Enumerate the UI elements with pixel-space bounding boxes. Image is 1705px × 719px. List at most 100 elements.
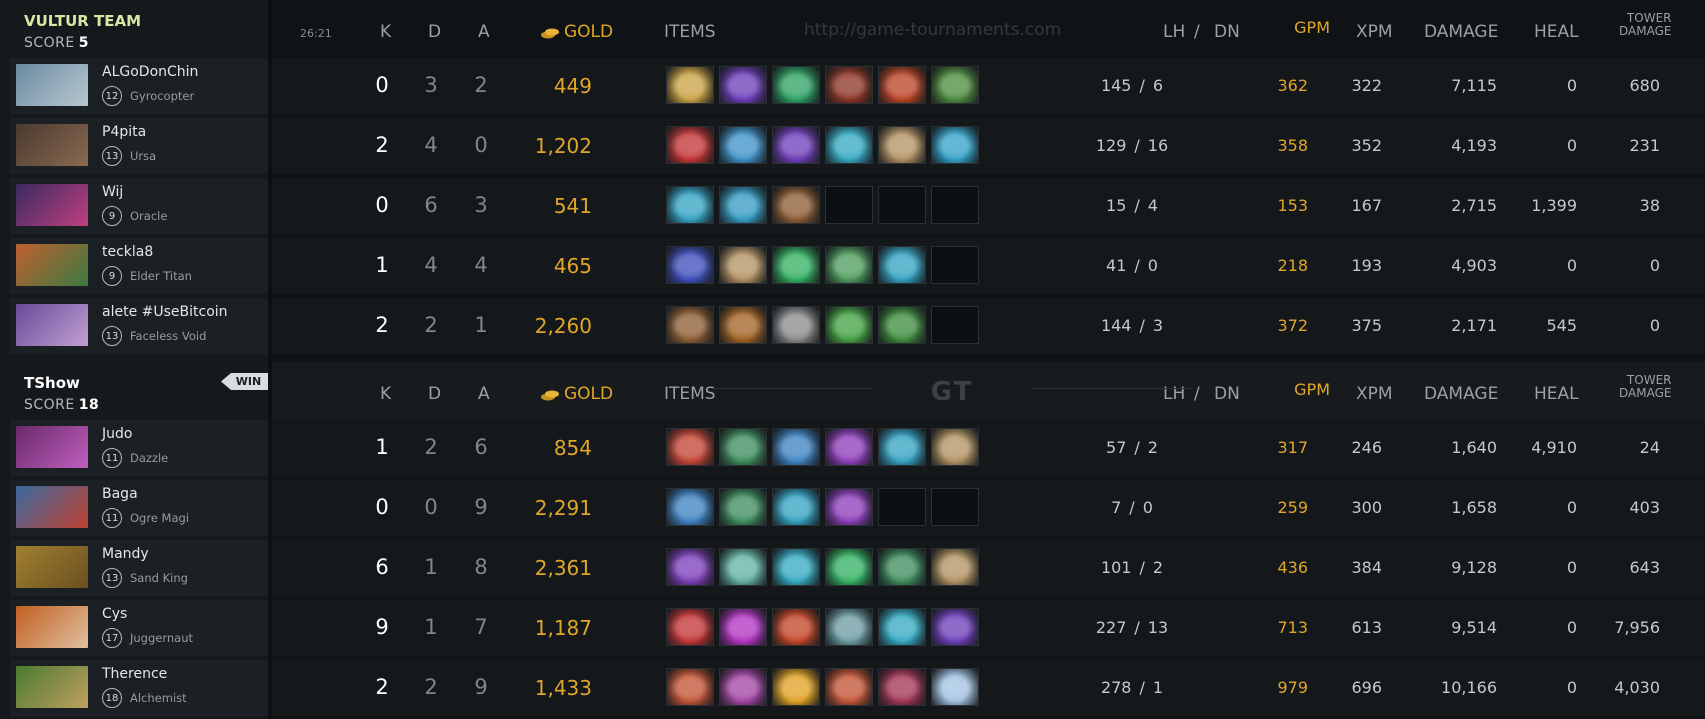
item-icon[interactable] <box>719 488 767 526</box>
player-name[interactable]: Cys <box>102 606 127 622</box>
player-card[interactable]: Wij 9 Oracle <box>10 178 268 234</box>
header-k-label: K <box>380 22 392 42</box>
header-xpm: XPM <box>1356 22 1393 42</box>
gt-logo: GT <box>930 377 974 407</box>
deaths-value: 1 <box>424 555 438 579</box>
item-icon[interactable] <box>825 66 873 104</box>
header-tower-damage: TOWER DAMAGE <box>1619 12 1671 38</box>
item-icon[interactable] <box>931 608 979 646</box>
player-card[interactable]: Mandy 13 Sand King <box>10 540 268 596</box>
item-icon[interactable] <box>666 186 714 224</box>
player-name[interactable]: Mandy <box>102 546 149 562</box>
player-card[interactable]: ALGoDonChin 12 Gyrocopter <box>10 58 268 114</box>
item-icon[interactable] <box>825 428 873 466</box>
item-icon[interactable] <box>931 66 979 104</box>
player-card[interactable]: Judo 11 Dazzle <box>10 420 268 476</box>
item-icon[interactable] <box>772 428 820 466</box>
item-icon[interactable] <box>719 246 767 284</box>
item-icon[interactable] <box>772 488 820 526</box>
item-icon[interactable] <box>772 668 820 706</box>
item-icon[interactable] <box>878 66 926 104</box>
item-icon[interactable] <box>931 548 979 586</box>
player-card[interactable]: teckla8 9 Elder Titan <box>10 238 268 294</box>
item-icon[interactable] <box>878 548 926 586</box>
item-icon[interactable] <box>878 668 926 706</box>
item-icon[interactable] <box>931 126 979 164</box>
lasthits-denies: 145 / 6 <box>1052 76 1212 95</box>
item-icon[interactable] <box>878 428 926 466</box>
item-icon[interactable] <box>825 246 873 284</box>
player-card[interactable]: Therence 18 Alchemist <box>10 660 268 716</box>
item-icon[interactable] <box>666 668 714 706</box>
item-icon[interactable] <box>719 668 767 706</box>
damage-value: 1,658 <box>1451 498 1497 517</box>
item-icon[interactable] <box>719 186 767 224</box>
item-icon[interactable] <box>666 246 714 284</box>
player-name[interactable]: Wij <box>102 184 123 200</box>
player-name[interactable]: alete #UseBitcoin <box>102 304 228 320</box>
player-stats-row: 0 6 3 541 15 / 4 153 167 2,715 1,399 38 <box>272 178 1705 234</box>
item-icon[interactable] <box>878 246 926 284</box>
header-d-label: D <box>428 22 442 42</box>
hero-avatar <box>16 124 88 166</box>
item-icon[interactable] <box>825 608 873 646</box>
item-icon[interactable] <box>772 246 820 284</box>
player-card[interactable]: Baga 11 Ogre Magi <box>10 480 268 536</box>
item-icon[interactable] <box>666 66 714 104</box>
hero-level-badge: 11 <box>102 508 122 528</box>
item-icon[interactable] <box>666 428 714 466</box>
item-icon[interactable] <box>772 126 820 164</box>
item-icon[interactable] <box>719 608 767 646</box>
player-name[interactable]: Baga <box>102 486 138 502</box>
item-icon[interactable] <box>666 306 714 344</box>
item-icon[interactable] <box>772 306 820 344</box>
item-icon[interactable] <box>825 548 873 586</box>
item-icon[interactable] <box>878 126 926 164</box>
item-icon[interactable] <box>931 668 979 706</box>
item-icon[interactable] <box>931 428 979 466</box>
player-name[interactable]: Judo <box>102 426 132 442</box>
player-name[interactable]: P4pita <box>102 124 146 140</box>
lh-dn-separator: / <box>1139 316 1145 335</box>
item-icon[interactable] <box>719 66 767 104</box>
tower-damage-value: 643 <box>1629 558 1660 577</box>
lh-dn-separator: / <box>1134 256 1140 275</box>
hero-level-badge: 12 <box>102 86 122 106</box>
item-icon[interactable] <box>666 608 714 646</box>
lh-dn-separator: / <box>1134 136 1140 155</box>
item-icon[interactable] <box>825 306 873 344</box>
item-icon[interactable] <box>878 608 926 646</box>
deaths-value: 2 <box>424 435 438 459</box>
item-icon[interactable] <box>719 548 767 586</box>
player-card[interactable]: P4pita 13 Ursa <box>10 118 268 174</box>
item-icon[interactable] <box>772 548 820 586</box>
item-icon[interactable] <box>878 306 926 344</box>
item-icon[interactable] <box>825 488 873 526</box>
player-name[interactable]: teckla8 <box>102 244 153 260</box>
denies-value: 13 <box>1147 618 1169 637</box>
item-icon[interactable] <box>666 488 714 526</box>
player-card[interactable]: alete #UseBitcoin 13 Faceless Void <box>10 298 268 354</box>
player-card[interactable]: Cys 17 Juggernaut <box>10 600 268 656</box>
item-icon[interactable] <box>772 66 820 104</box>
item-icon[interactable] <box>772 186 820 224</box>
header-a-label: A <box>478 384 490 404</box>
heal-value: 4,910 <box>1531 438 1577 457</box>
item-icon[interactable] <box>825 668 873 706</box>
item-icon[interactable] <box>666 548 714 586</box>
item-icon[interactable] <box>719 428 767 466</box>
lasthits-value: 57 <box>1106 438 1127 457</box>
item-icon[interactable] <box>719 306 767 344</box>
player-name[interactable]: Therence <box>102 666 167 682</box>
xpm-value: 322 <box>1351 76 1382 95</box>
item-icon[interactable] <box>666 126 714 164</box>
player-name[interactable]: ALGoDonChin <box>102 64 198 80</box>
header-gpm-label: GPM <box>1294 380 1330 399</box>
player-stats-row: 0 0 9 2,291 7 / 0 259 300 1,658 0 403 <box>272 480 1705 536</box>
item-icon[interactable] <box>772 608 820 646</box>
item-slots <box>666 126 979 164</box>
deaths-value: 1 <box>424 615 438 639</box>
header-tower-damage: TOWER DAMAGE <box>1619 374 1671 400</box>
item-icon[interactable] <box>825 126 873 164</box>
item-icon[interactable] <box>719 126 767 164</box>
